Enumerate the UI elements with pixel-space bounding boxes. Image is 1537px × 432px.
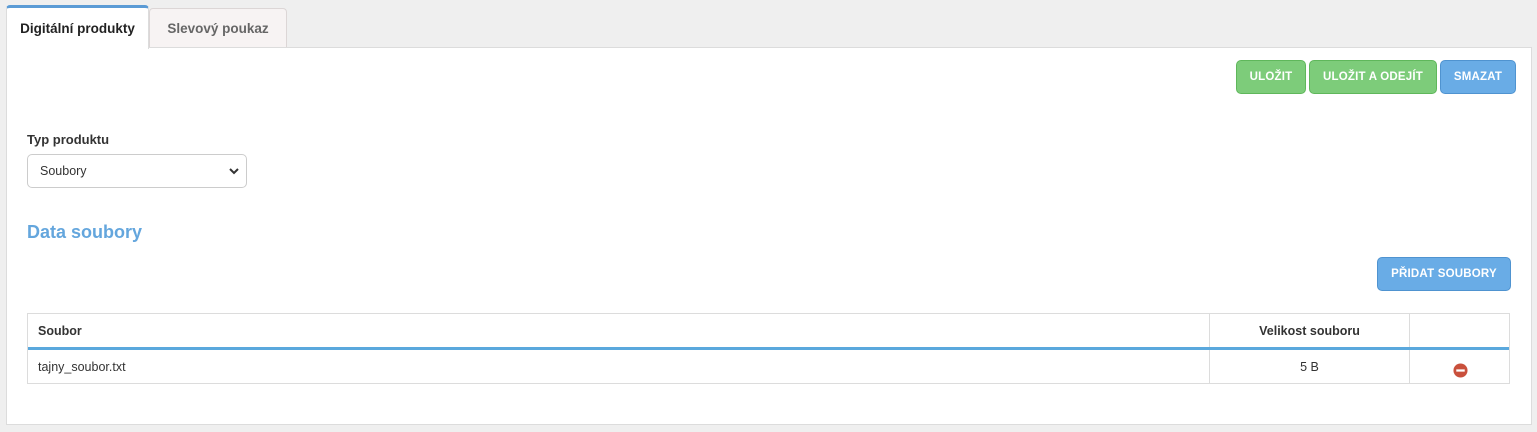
tab-voucher[interactable]: Slevový poukaz — [149, 8, 287, 48]
column-header-size: Velikost souboru — [1210, 314, 1410, 347]
section-title: Data soubory — [27, 222, 143, 242]
tab-digital-products[interactable]: Digitální produkty — [6, 5, 149, 49]
action-cell — [1410, 350, 1510, 384]
column-header-file: Soubor — [28, 314, 1210, 347]
delete-button[interactable]: SMAZAT — [1440, 60, 1516, 94]
product-type-label: Typ produktu — [27, 132, 110, 147]
table-header: Soubor Velikost souboru — [28, 314, 1509, 347]
add-files-button[interactable]: PŘIDAT SOUBORY — [1377, 257, 1511, 291]
chevron-down-icon — [229, 168, 239, 175]
table-row: tajny_soubor.txt 5 B — [28, 350, 1509, 384]
product-type-select[interactable]: Soubory — [27, 154, 247, 188]
remove-icon[interactable] — [1452, 362, 1468, 378]
save-button[interactable]: ULOŽIT — [1236, 60, 1306, 94]
product-type-value: Soubory — [40, 164, 87, 178]
column-header-actions — [1410, 314, 1510, 347]
tab-label: Slevový poukaz — [167, 21, 269, 36]
save-and-exit-button[interactable]: ULOŽIT A ODEJÍT — [1309, 60, 1437, 94]
file-name-cell: tajny_soubor.txt — [28, 350, 1210, 384]
tab-panel: ULOŽIT ULOŽIT A ODEJÍT SMAZAT Typ produk… — [6, 47, 1532, 425]
tab-label: Digitální produkty — [20, 21, 135, 36]
file-size-cell: 5 B — [1210, 350, 1410, 384]
files-table: Soubor Velikost souboru tajny_soubor.txt… — [27, 313, 1510, 384]
